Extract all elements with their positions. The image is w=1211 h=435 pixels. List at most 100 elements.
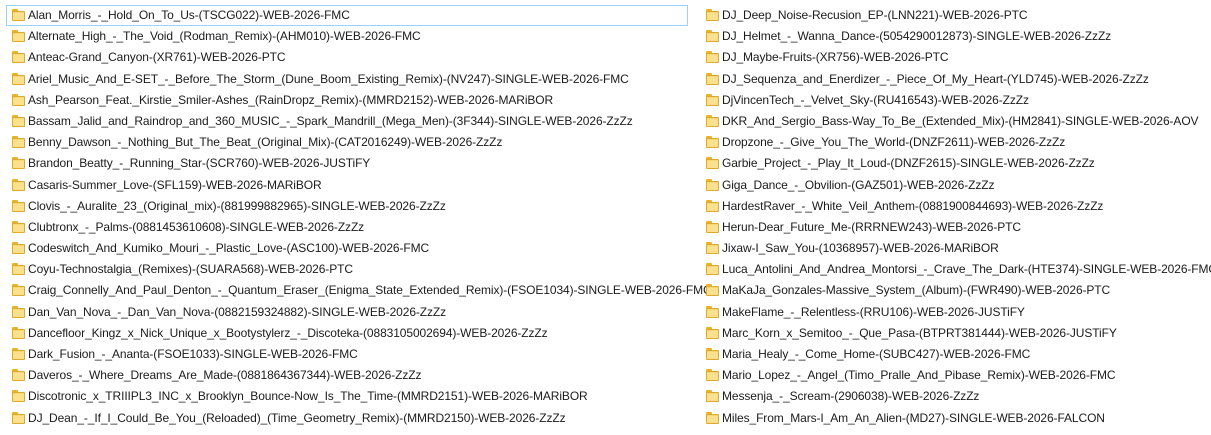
- folder-item[interactable]: Jixaw-I_Saw_You-(10368957)-WEB-2026-MARi…: [700, 238, 1205, 259]
- folder-name: MakeFlame_-_Relentless-(RRU106)-WEB-2026…: [722, 304, 1025, 319]
- folder-name: Dark_Fusion_-_Ananta-(FSOE1033)-SINGLE-W…: [28, 347, 358, 361]
- folder-name: Maria_Healy_-_Come_Home-(SUBC427)-WEB-20…: [722, 347, 1031, 361]
- folder-item[interactable]: DJ_Maybe-Fruits-(XR756)-WEB-2026-PTC: [700, 47, 1205, 68]
- folder-item[interactable]: MaKaJa_Gonzales-Massive_System_(Album)-(…: [700, 280, 1205, 301]
- folder-item[interactable]: Ariel_Music_And_E-SET_-_Before_The_Storm…: [6, 69, 688, 90]
- folder-item[interactable]: Brandon_Beatty_-_Running_Star-(SCR760)-W…: [6, 153, 688, 174]
- folder-icon: [706, 284, 719, 297]
- folder-name: MaKaJa_Gonzales-Massive_System_(Album)-(…: [722, 283, 1111, 298]
- folder-item[interactable]: Anteac-Grand_Canyon-(XR761)-WEB-2026-PTC: [6, 47, 688, 68]
- folder-item[interactable]: Bassam_Jalid_and_Raindrop_and_360_MUSIC_…: [6, 111, 688, 132]
- folder-name: Mario_Lopez_-_Angel_(Timo_Pralle_And_Pib…: [722, 368, 1116, 383]
- folder-item[interactable]: MakeFlame_-_Relentless-(RRU106)-WEB-2026…: [700, 302, 1205, 323]
- folder-item[interactable]: Messenja_-_Scream-(2906038)-WEB-2026-ZzZ…: [700, 386, 1205, 407]
- folder-item[interactable]: DjVincenTech_-_Velvet_Sky-(RU416543)-WEB…: [700, 90, 1205, 111]
- folder-name: Craig_Connelly_And_Paul_Denton_-_Quantum…: [28, 283, 712, 298]
- folder-name: Ash_Pearson_Feat._Kirstie_Smiler-Ashes_(…: [28, 92, 554, 107]
- folder-item[interactable]: Alan_Morris_-_Hold_On_To_Us-(TSCG022)-WE…: [6, 5, 688, 27]
- folder-item[interactable]: Daveros_-_Where_Dreams_Are_Made-(0881864…: [6, 365, 688, 386]
- folder-name: Brandon_Beatty_-_Running_Star-(SCR760)-W…: [28, 156, 371, 171]
- folder-name: Jixaw-I_Saw_You-(10368957)-WEB-2026-MARi…: [722, 241, 999, 256]
- folder-item[interactable]: Benny_Dawson_-_Nothing_But_The_Beat_(Ori…: [6, 132, 688, 153]
- folder-item[interactable]: Dark_Fusion_-_Ananta-(FSOE1033)-SINGLE-W…: [6, 344, 688, 365]
- folder-icon: [12, 72, 25, 85]
- folder-item[interactable]: Marc_Korn_x_Semitoo_-_Que_Pasa-(BTPRT381…: [700, 323, 1205, 344]
- folder-icon: [12, 9, 25, 21]
- folder-name: DJ_Sequenza_and_Enerdizer_-_Piece_Of_My_…: [722, 71, 1149, 86]
- folder-icon: [12, 263, 25, 276]
- folder-icon: [706, 157, 719, 170]
- folder-item[interactable]: Alternate_High_-_The_Void_(Rodman_Remix)…: [6, 26, 688, 47]
- folder-name: Miles_From_Mars-I_Am_An_Alien-(MD27)-SIN…: [722, 410, 1105, 425]
- folder-icon: [706, 114, 719, 127]
- folder-icon: [706, 93, 719, 106]
- folder-name: HardestRaver_-_White_Veil_Anthem-(088190…: [722, 198, 1104, 213]
- folder-name: Daveros_-_Where_Dreams_Are_Made-(0881864…: [28, 368, 422, 383]
- folder-icon: [12, 30, 25, 43]
- folder-item[interactable]: DJ_Deep_Noise-Recusion_EP-(LNN221)-WEB-2…: [700, 5, 1205, 26]
- folder-item[interactable]: Discotronic_x_TRIIIPL3_INC_x_Brooklyn_Bo…: [6, 386, 688, 407]
- folder-item[interactable]: Dan_Van_Nova_-_Dan_Van_Nova-(08821593248…: [6, 302, 688, 323]
- folder-item[interactable]: DJ_Helmet_-_Wanna_Dance-(5054290012873)-…: [700, 26, 1205, 47]
- folder-icon: [12, 114, 25, 127]
- folder-icon: [12, 199, 25, 212]
- folder-icon: [12, 411, 25, 424]
- folder-item[interactable]: Ash_Pearson_Feat._Kirstie_Smiler-Ashes_(…: [6, 90, 688, 111]
- folder-name: Herun-Dear_Future_Me-(RRRNEW243)-WEB-202…: [722, 219, 1021, 234]
- folder-icon: [12, 369, 25, 382]
- folder-name: Casaris-Summer_Love-(SFL159)-WEB-2026-MA…: [28, 177, 322, 192]
- folder-item[interactable]: Dancefloor_Kingz_x_Nick_Unique_x_Bootyst…: [6, 323, 688, 344]
- folder-icon: [706, 411, 719, 424]
- folder-item[interactable]: Craig_Connelly_And_Paul_Denton_-_Quantum…: [6, 280, 712, 301]
- folder-item[interactable]: Maria_Healy_-_Come_Home-(SUBC427)-WEB-20…: [700, 344, 1205, 365]
- folder-icon: [706, 390, 719, 403]
- folder-item[interactable]: HardestRaver_-_White_Veil_Anthem-(088190…: [700, 196, 1205, 217]
- folder-name: DKR_And_Sergio_Bass-Way_To_Be_(Extended_…: [722, 113, 1199, 128]
- folder-icon: [706, 369, 719, 382]
- folder-name: Dan_Van_Nova_-_Dan_Van_Nova-(08821593248…: [28, 304, 447, 319]
- folder-name: Codeswitch_And_Kumiko_Mouri_-_Plastic_Lo…: [28, 241, 430, 256]
- folder-item[interactable]: Codeswitch_And_Kumiko_Mouri_-_Plastic_Lo…: [6, 238, 688, 259]
- folder-icon: [706, 51, 719, 64]
- folder-icon: [706, 30, 719, 43]
- folder-name: Dropzone_-_Give_You_The_World-(DNZF2611)…: [722, 135, 1066, 150]
- folder-item[interactable]: Coyu-Technostalgia_(Remixes)-(SUARA568)-…: [6, 259, 688, 280]
- folder-item[interactable]: DKR_And_Sergio_Bass-Way_To_Be_(Extended_…: [700, 111, 1205, 132]
- folder-icon: [706, 326, 719, 339]
- folder-name: Giga_Dance_-_Obvilion-(GAZ501)-WEB-2026-…: [722, 177, 995, 192]
- folder-item[interactable]: DJ_Sequenza_and_Enerdizer_-_Piece_Of_My_…: [700, 69, 1205, 90]
- file-list-column-right: DJ_Deep_Noise-Recusion_EP-(LNN221)-WEB-2…: [700, 5, 1211, 429]
- folder-name: DJ_Maybe-Fruits-(XR756)-WEB-2026-PTC: [722, 50, 949, 65]
- folder-icon: [706, 348, 719, 360]
- folder-name: Clubtronx_-_Palms-(0881453610608)-SINGLE…: [28, 219, 365, 234]
- folder-icon: [12, 390, 25, 403]
- folder-item[interactable]: Herun-Dear_Future_Me-(RRRNEW243)-WEB-202…: [700, 217, 1205, 238]
- folder-icon: [12, 178, 25, 191]
- folder-item[interactable]: Casaris-Summer_Love-(SFL159)-WEB-2026-MA…: [6, 175, 688, 196]
- folder-name: Alternate_High_-_The_Void_(Rodman_Remix)…: [28, 29, 421, 44]
- folder-icon: [12, 93, 25, 106]
- folder-icon: [12, 51, 25, 64]
- folder-item[interactable]: Giga_Dance_-_Obvilion-(GAZ501)-WEB-2026-…: [700, 175, 1205, 196]
- folder-name: Alan_Morris_-_Hold_On_To_Us-(TSCG022)-WE…: [28, 8, 350, 22]
- folder-item[interactable]: Miles_From_Mars-I_Am_An_Alien-(MD27)-SIN…: [700, 408, 1205, 429]
- folder-icon: [12, 242, 25, 255]
- folder-item[interactable]: DJ_Dean_-_If_I_Could_Be_You_(Reloaded)_(…: [6, 408, 688, 429]
- folder-name: Benny_Dawson_-_Nothing_But_The_Beat_(Ori…: [28, 135, 503, 150]
- folder-name: Marc_Korn_x_Semitoo_-_Que_Pasa-(BTPRT381…: [722, 325, 1117, 340]
- folder-list-view: Alan_Morris_-_Hold_On_To_Us-(TSCG022)-WE…: [0, 0, 1211, 435]
- folder-icon: [12, 136, 25, 149]
- folder-name: Ariel_Music_And_E-SET_-_Before_The_Storm…: [28, 71, 629, 86]
- folder-name: DJ_Deep_Noise-Recusion_EP-(LNN221)-WEB-2…: [722, 8, 1028, 22]
- folder-item[interactable]: Dropzone_-_Give_You_The_World-(DNZF2611)…: [700, 132, 1205, 153]
- folder-item[interactable]: Garbie_Project_-_Play_It_Loud-(DNZF2615)…: [700, 153, 1205, 174]
- folder-name: Dancefloor_Kingz_x_Nick_Unique_x_Bootyst…: [28, 325, 548, 340]
- folder-icon: [706, 9, 719, 21]
- folder-item[interactable]: Mario_Lopez_-_Angel_(Timo_Pralle_And_Pib…: [700, 365, 1205, 386]
- folder-item[interactable]: Clovis_-_Auralite_23_(Original_mix)-(881…: [6, 196, 688, 217]
- folder-icon: [12, 220, 25, 233]
- folder-icon: [706, 305, 719, 318]
- folder-item[interactable]: Luca_Antolini_And_Andrea_Montorsi_-_Crav…: [700, 259, 1211, 280]
- folder-item[interactable]: Clubtronx_-_Palms-(0881453610608)-SINGLE…: [6, 217, 688, 238]
- folder-name: Coyu-Technostalgia_(Remixes)-(SUARA568)-…: [28, 262, 353, 277]
